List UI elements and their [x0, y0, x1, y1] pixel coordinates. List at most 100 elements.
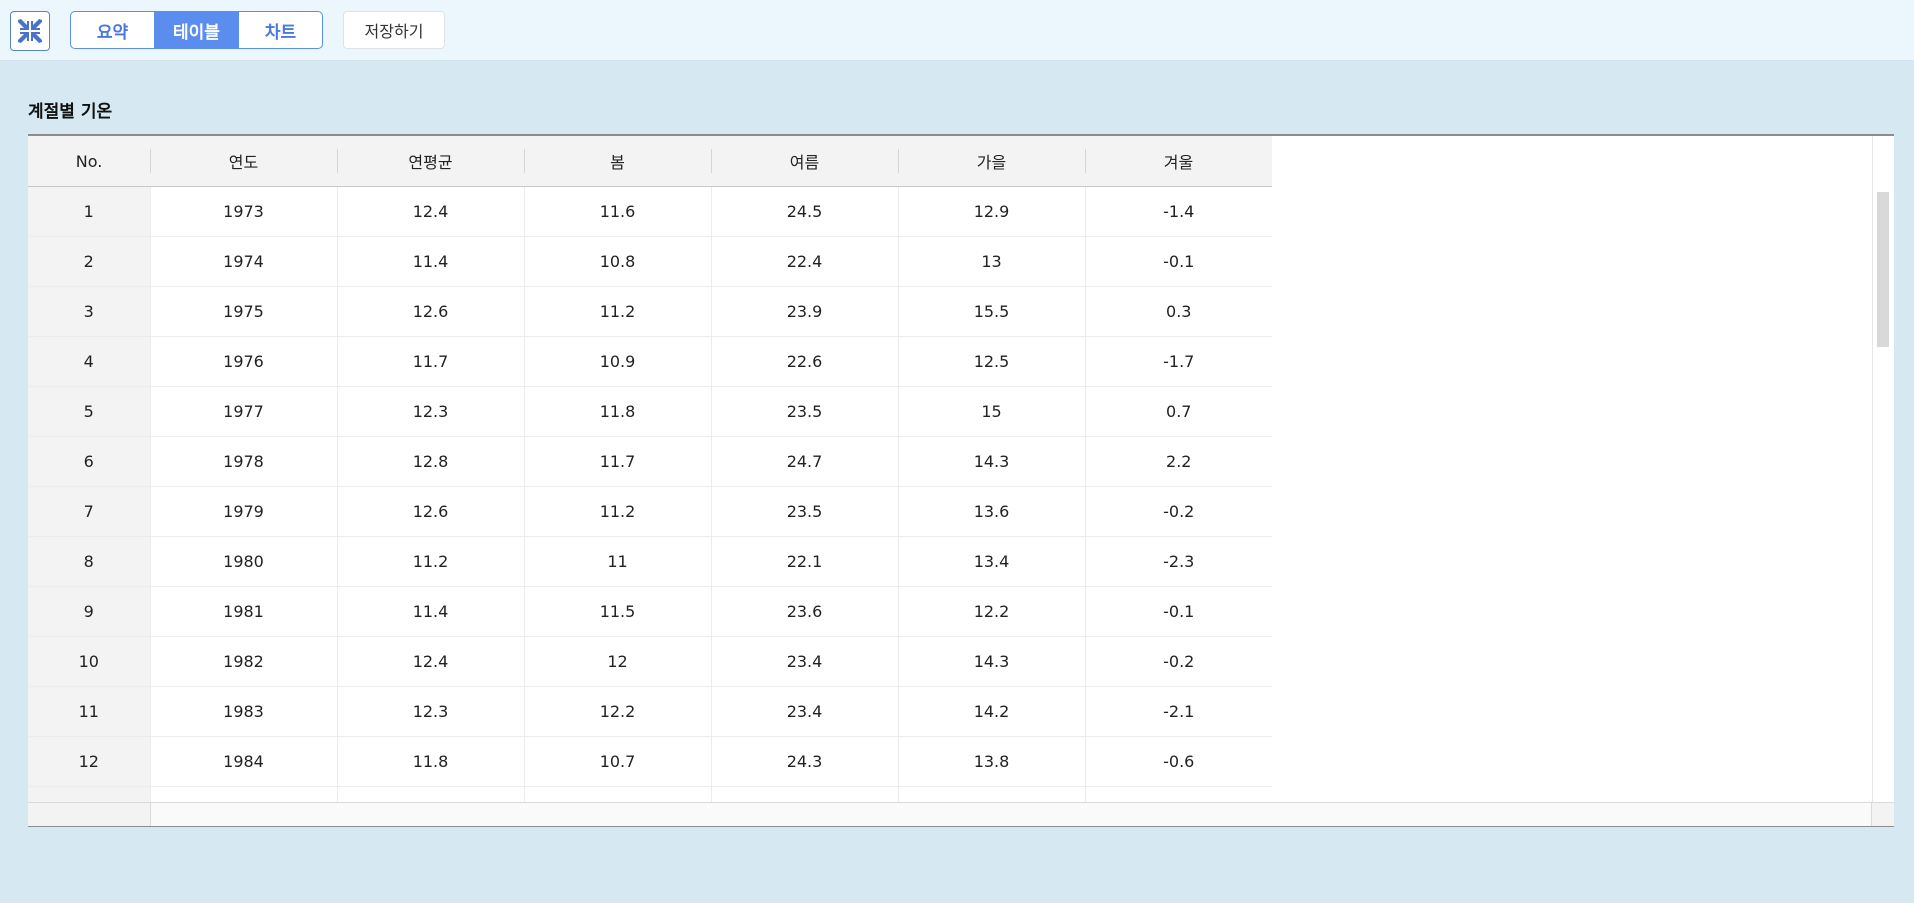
table-row[interactable]: 6 1978 12.8 11.7 24.7 14.3 2.2: [28, 436, 1272, 487]
table-cell[interactable]: 1973: [149, 186, 337, 237]
column-header-no[interactable]: No.: [28, 136, 150, 187]
table-cell[interactable]: 23.9: [710, 286, 898, 337]
table-cell[interactable]: 0.3: [1084, 286, 1272, 337]
table-cell[interactable]: 23.4: [710, 686, 898, 737]
table-row[interactable]: 7 1979 12.6 11.2 23.5 13.6 -0.2: [28, 486, 1272, 537]
table-cell[interactable]: 12: [28, 736, 150, 787]
table-cell[interactable]: 11.2: [523, 486, 711, 537]
table-cell[interactable]: 15.5: [897, 286, 1085, 337]
table-cell[interactable]: 4: [28, 336, 150, 387]
table-cell[interactable]: 24.7: [710, 436, 898, 487]
vertical-scrollbar[interactable]: [1872, 136, 1894, 802]
table-cell[interactable]: 11.4: [336, 236, 524, 287]
table-cell[interactable]: 1979: [149, 486, 337, 537]
table-cell[interactable]: 2.2: [1084, 436, 1272, 487]
horizontal-scrollbar[interactable]: [28, 802, 1894, 826]
table-cell[interactable]: 11: [28, 686, 150, 737]
table-cell[interactable]: -0.1: [1084, 236, 1272, 287]
table-cell[interactable]: 13.6: [897, 486, 1085, 537]
table-cell[interactable]: 1984: [149, 736, 337, 787]
table-cell[interactable]: 12.3: [336, 386, 524, 437]
table-cell[interactable]: 14.2: [897, 686, 1085, 737]
table-cell[interactable]: -0.2: [1084, 636, 1272, 687]
table-cell[interactable]: 7: [28, 486, 150, 537]
table-cell[interactable]: 11.7: [336, 336, 524, 387]
table-cell[interactable]: 12.5: [897, 336, 1085, 387]
table-cell[interactable]: 12.9: [897, 186, 1085, 237]
table-cell[interactable]: 13.8: [897, 736, 1085, 787]
column-header-autumn[interactable]: 가을: [898, 136, 1085, 187]
vertical-scroll-thumb[interactable]: [1877, 192, 1889, 347]
table-cell[interactable]: 1983: [149, 686, 337, 737]
table-cell[interactable]: 12.4: [336, 636, 524, 687]
table-cell[interactable]: 0.7: [1084, 386, 1272, 437]
table-cell[interactable]: 12.6: [336, 286, 524, 337]
table-cell[interactable]: 14.3: [897, 436, 1085, 487]
table-cell[interactable]: 15: [897, 386, 1085, 437]
table-cell[interactable]: 22.6: [710, 336, 898, 387]
table-cell[interactable]: 1980: [149, 536, 337, 587]
table-cell[interactable]: 1: [28, 186, 150, 237]
tab-table[interactable]: 테이블: [154, 12, 238, 48]
table-row[interactable]: 12 1984 11.8 10.7 24.3 13.8 -0.6: [28, 736, 1272, 787]
table-cell[interactable]: 10.7: [523, 736, 711, 787]
table-cell[interactable]: 11.2: [523, 286, 711, 337]
table-cell[interactable]: 10.8: [523, 236, 711, 287]
table-cell[interactable]: 11.8: [336, 736, 524, 787]
table-cell[interactable]: 22.4: [710, 236, 898, 287]
table-cell[interactable]: 5: [28, 386, 150, 437]
table-cell[interactable]: 12.2: [523, 686, 711, 737]
column-header-spring[interactable]: 봄: [524, 136, 711, 187]
table-cell[interactable]: 1974: [149, 236, 337, 287]
table-cell[interactable]: 12.8: [336, 436, 524, 487]
table-cell[interactable]: 14.3: [897, 636, 1085, 687]
table-cell[interactable]: -1.4: [1084, 186, 1272, 237]
table-row[interactable]: 2 1974 11.4 10.8 22.4 13 -0.1: [28, 236, 1272, 287]
table-row[interactable]: 10 1982 12.4 12 23.4 14.3 -0.2: [28, 636, 1272, 687]
column-header-year[interactable]: 연도: [150, 136, 337, 187]
table-cell[interactable]: 11: [523, 536, 711, 587]
table-cell[interactable]: 12.6: [336, 486, 524, 537]
table-cell[interactable]: 11.5: [523, 586, 711, 637]
table-cell[interactable]: 12.4: [336, 186, 524, 237]
table-row[interactable]: 5 1977 12.3 11.8 23.5 15 0.7: [28, 386, 1272, 437]
table-cell[interactable]: 23.6: [710, 586, 898, 637]
table-cell[interactable]: -2.1: [1084, 686, 1272, 737]
table-cell[interactable]: 10: [28, 636, 150, 687]
table-cell[interactable]: -2.3: [1084, 536, 1272, 587]
table-cell[interactable]: 23.5: [710, 386, 898, 437]
table-cell[interactable]: 11.8: [523, 386, 711, 437]
table-cell[interactable]: 9: [28, 586, 150, 637]
table-cell[interactable]: 13.4: [897, 536, 1085, 587]
table-cell[interactable]: 6: [28, 436, 150, 487]
table-cell[interactable]: -0.6: [1084, 736, 1272, 787]
table-row[interactable]: 4 1976 11.7 10.9 22.6 12.5 -1.7: [28, 336, 1272, 387]
collapse-button[interactable]: [10, 11, 50, 51]
table-cell[interactable]: 1977: [149, 386, 337, 437]
table-row[interactable]: 11 1983 12.3 12.2 23.4 14.2 -2.1: [28, 686, 1272, 737]
table-row[interactable]: 9 1981 11.4 11.5 23.6 12.2 -0.1: [28, 586, 1272, 637]
table-cell[interactable]: 12.3: [336, 686, 524, 737]
table-cell[interactable]: 11.4: [336, 586, 524, 637]
tab-chart[interactable]: 차트: [238, 12, 322, 48]
table-cell[interactable]: 22.1: [710, 536, 898, 587]
table-cell[interactable]: 23.5: [710, 486, 898, 537]
table-row[interactable]: 3 1975 12.6 11.2 23.9 15.5 0.3: [28, 286, 1272, 337]
table-cell[interactable]: -0.1: [1084, 586, 1272, 637]
table-cell[interactable]: 24.3: [710, 736, 898, 787]
column-header-winter[interactable]: 겨울: [1085, 136, 1272, 187]
table-cell[interactable]: 12.2: [897, 586, 1085, 637]
table-cell[interactable]: 2: [28, 236, 150, 287]
save-button[interactable]: 저장하기: [343, 11, 445, 49]
table-cell[interactable]: 24.5: [710, 186, 898, 237]
table-row[interactable]: 8 1980 11.2 11 22.1 13.4 -2.3: [28, 536, 1272, 587]
table-row[interactable]: 1 1973 12.4 11.6 24.5 12.9 -1.4: [28, 186, 1272, 237]
table-cell[interactable]: -1.7: [1084, 336, 1272, 387]
table-cell[interactable]: -0.2: [1084, 486, 1272, 537]
table-cell[interactable]: 1978: [149, 436, 337, 487]
table-cell[interactable]: 10.9: [523, 336, 711, 387]
table-cell[interactable]: 1982: [149, 636, 337, 687]
table-cell[interactable]: 12: [523, 636, 711, 687]
column-header-summer[interactable]: 여름: [711, 136, 898, 187]
table-cell[interactable]: 23.4: [710, 636, 898, 687]
